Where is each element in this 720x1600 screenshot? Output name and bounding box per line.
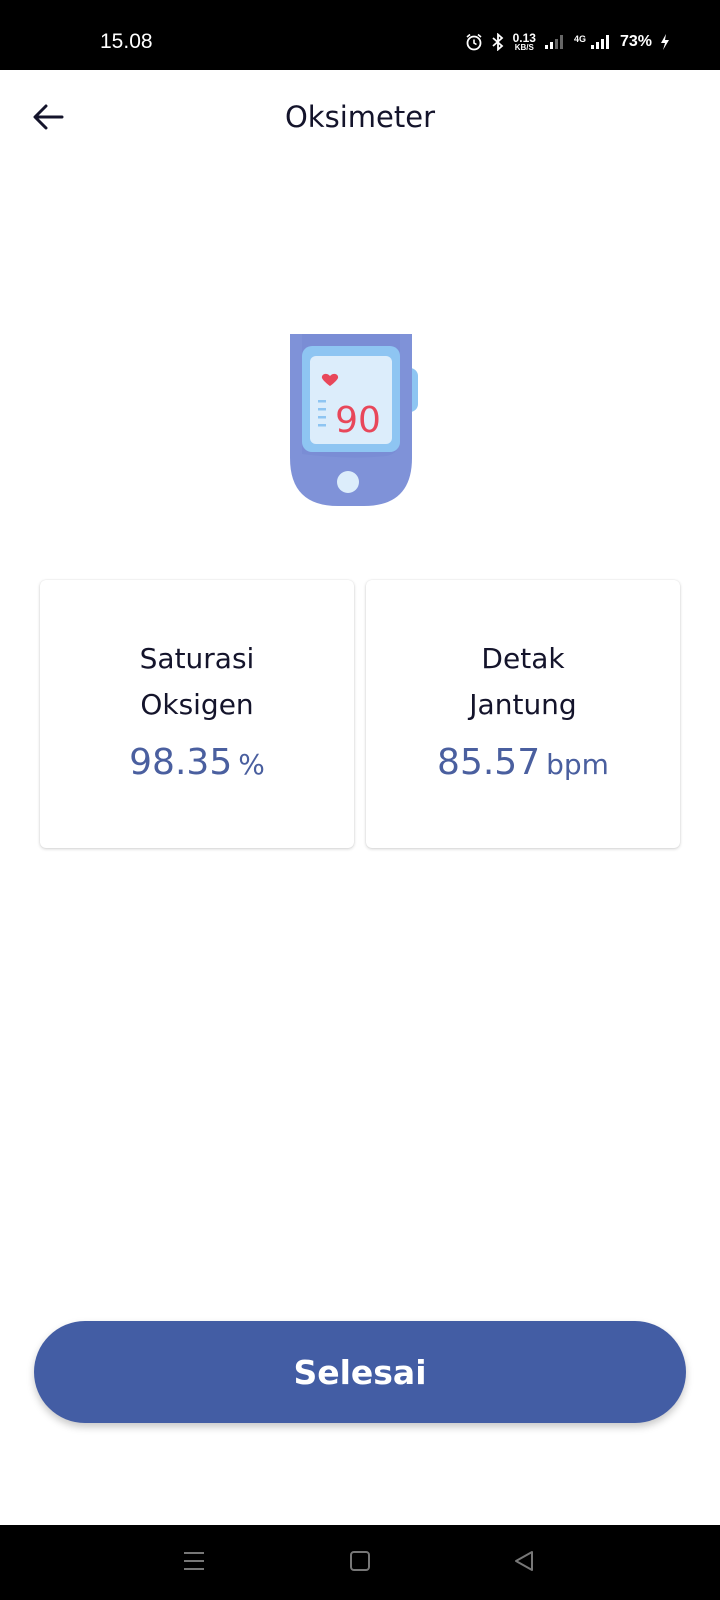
oxygen-label-line1: Saturasi	[139, 642, 255, 675]
menu-button[interactable]	[174, 1545, 214, 1581]
home-square-icon	[349, 1550, 371, 1576]
nav-bar	[0, 1525, 720, 1600]
home-button[interactable]	[340, 1545, 380, 1581]
back-nav-button[interactable]	[504, 1545, 544, 1581]
battery-percent: 73%	[619, 33, 652, 50]
device-display-value: 90	[335, 400, 381, 441]
back-triangle-icon	[513, 1550, 535, 1576]
menu-icon	[182, 1550, 206, 1576]
done-button[interactable]: Selesai	[34, 1321, 686, 1423]
oxygen-label-line2: Oksigen	[140, 688, 254, 721]
alarm-icon	[465, 33, 483, 51]
heart-unit: bpm	[546, 748, 609, 781]
oxygen-value: 98.35	[129, 742, 233, 783]
heart-rate-label: Detak Jantung	[366, 636, 680, 728]
oxygen-saturation-card: Saturasi Oksigen 98.35%	[40, 580, 354, 848]
oxygen-saturation-value: 98.35%	[40, 742, 354, 783]
status-icons: 0.13 KB/S 4G 73%	[465, 32, 670, 52]
bluetooth-icon	[491, 33, 505, 51]
status-bar: 15.08 0.13 KB/S 4G 73%	[0, 0, 720, 70]
heart-value: 85.57	[437, 742, 541, 783]
signal-icon-2	[590, 34, 612, 50]
heart-label-line2: Jantung	[469, 688, 577, 721]
status-time: 15.08	[100, 30, 153, 53]
page-title: Oksimeter	[284, 100, 435, 134]
charging-icon	[660, 34, 670, 50]
heart-rate-card: Detak Jantung 85.57 bpm	[366, 580, 680, 848]
app-bar: Oksimeter	[0, 70, 720, 166]
pulse-oximeter-icon: 90	[290, 334, 430, 510]
net-speed-unit: KB/S	[514, 43, 534, 52]
oxygen-unit: %	[238, 748, 265, 781]
net-speed: 0.13 KB/S	[513, 32, 536, 52]
network-type: 4G	[573, 34, 586, 44]
heart-label-line1: Detak	[481, 642, 565, 675]
heart-rate-value: 85.57 bpm	[366, 742, 680, 783]
oxygen-saturation-label: Saturasi Oksigen	[40, 636, 354, 728]
signal-icon	[544, 34, 566, 50]
